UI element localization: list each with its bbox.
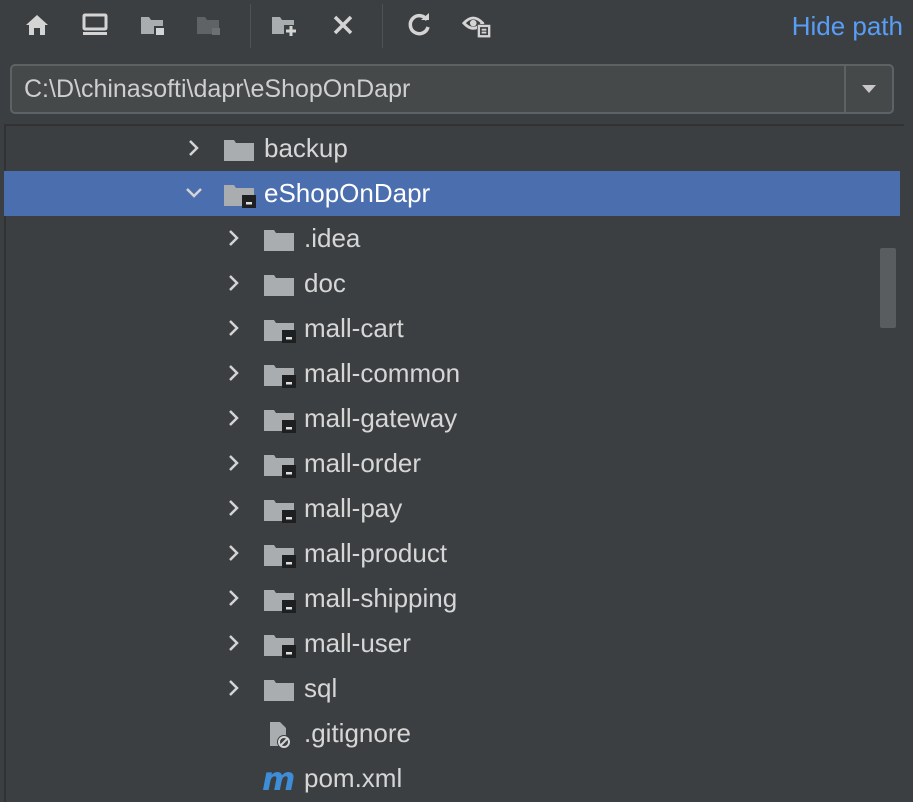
folder-icon (262, 675, 296, 703)
chevron-right-icon[interactable] (224, 408, 244, 428)
folder-icon (262, 225, 296, 253)
module-folder-icon (262, 450, 296, 478)
tree-row[interactable]: .gitignore (4, 711, 900, 756)
module-folder-icon (262, 495, 296, 523)
chevron-right-icon[interactable] (224, 273, 244, 293)
tree-item-label: mall-pay (304, 493, 403, 523)
module-folder-icon (262, 540, 296, 568)
tree-item-label: mall-product (304, 538, 448, 568)
tree-row[interactable]: eShopOnDapr (4, 171, 900, 216)
tree-item-label: eShopOnDapr (264, 178, 431, 208)
path-combobox[interactable]: C:\D\chinasofti\dapr\eShopOnDapr (10, 64, 894, 114)
tree-scrollbar[interactable] (880, 248, 896, 328)
module-folder-icon (262, 315, 296, 343)
hide-path-link[interactable]: Hide path (792, 11, 903, 41)
module-folder-icon (222, 180, 256, 208)
path-dropdown-button[interactable] (844, 66, 892, 112)
module-folder-icon[interactable] (194, 8, 224, 42)
tree-row[interactable]: mall-gateway (4, 396, 900, 441)
tree-item-label: mall-common (304, 358, 461, 388)
chevron-right-icon[interactable] (224, 228, 244, 248)
chevron-right-icon[interactable] (224, 318, 244, 338)
tree-item-label: .idea (304, 223, 361, 253)
chevron-down-icon (862, 85, 876, 93)
tree-row[interactable]: mall-product (4, 531, 900, 576)
chevron-right-icon[interactable] (224, 543, 244, 563)
chevron-right-icon[interactable] (224, 678, 244, 698)
chevron-right-icon[interactable] (224, 498, 244, 518)
tree-item-label: mall-cart (304, 313, 404, 343)
desktop-icon[interactable] (80, 8, 110, 42)
ignored-file-icon (262, 720, 296, 749)
tree-item-label: pom.xml (304, 763, 403, 793)
folder-icon (222, 135, 256, 163)
tree-item-label: doc (304, 268, 346, 298)
module-folder-icon (262, 405, 296, 433)
tree-item-label: mall-shipping (304, 583, 458, 613)
chevron-right-icon[interactable] (224, 453, 244, 473)
module-folder-icon (262, 585, 296, 613)
path-input[interactable]: C:\D\chinasofti\dapr\eShopOnDapr (12, 66, 844, 112)
tree-row[interactable]: doc (4, 261, 900, 306)
tree-item-label: sql (304, 673, 338, 703)
refresh-icon[interactable] (404, 8, 434, 42)
tree-row[interactable]: .idea (4, 216, 900, 261)
chevron-right-icon[interactable] (224, 363, 244, 383)
chevron-right-icon[interactable] (224, 588, 244, 608)
maven-file-icon: m (262, 760, 296, 798)
file-tree[interactable]: backup eShopOnDapr .idea doc mall-cart mall-c… (4, 126, 900, 802)
tree-row[interactable]: backup (4, 126, 900, 171)
folder-icon (262, 270, 296, 298)
tree-row[interactable]: m pom.xml (4, 756, 900, 801)
tree-item-label: mall-user (304, 628, 411, 658)
show-hidden-icon[interactable] (462, 8, 492, 42)
tree-row[interactable]: sql (4, 666, 900, 711)
tree-row[interactable]: mall-user (4, 621, 900, 666)
tree-item-label: backup (264, 133, 348, 163)
tree-item-label: .gitignore (304, 718, 411, 748)
tree-row[interactable]: mall-shipping (4, 576, 900, 621)
module-folder-icon (262, 360, 296, 388)
chevron-down-icon[interactable] (184, 183, 204, 203)
tree-row[interactable]: mall-order (4, 441, 900, 486)
home-icon[interactable] (22, 8, 52, 42)
new-folder-icon[interactable] (270, 8, 300, 42)
tree-row[interactable]: mall-common (4, 351, 900, 396)
tree-item-label: mall-gateway (304, 403, 458, 433)
chevron-right-icon[interactable] (184, 138, 204, 158)
module-folder-icon (262, 630, 296, 658)
tree-row[interactable]: mall-pay (4, 486, 900, 531)
project-folder-icon[interactable] (138, 8, 168, 42)
chevron-right-icon[interactable] (224, 633, 244, 653)
toolbar: Hide path (0, 0, 913, 52)
tree-row[interactable]: mall-cart (4, 306, 900, 351)
delete-icon[interactable] (328, 8, 358, 42)
tree-item-label: mall-order (304, 448, 422, 478)
